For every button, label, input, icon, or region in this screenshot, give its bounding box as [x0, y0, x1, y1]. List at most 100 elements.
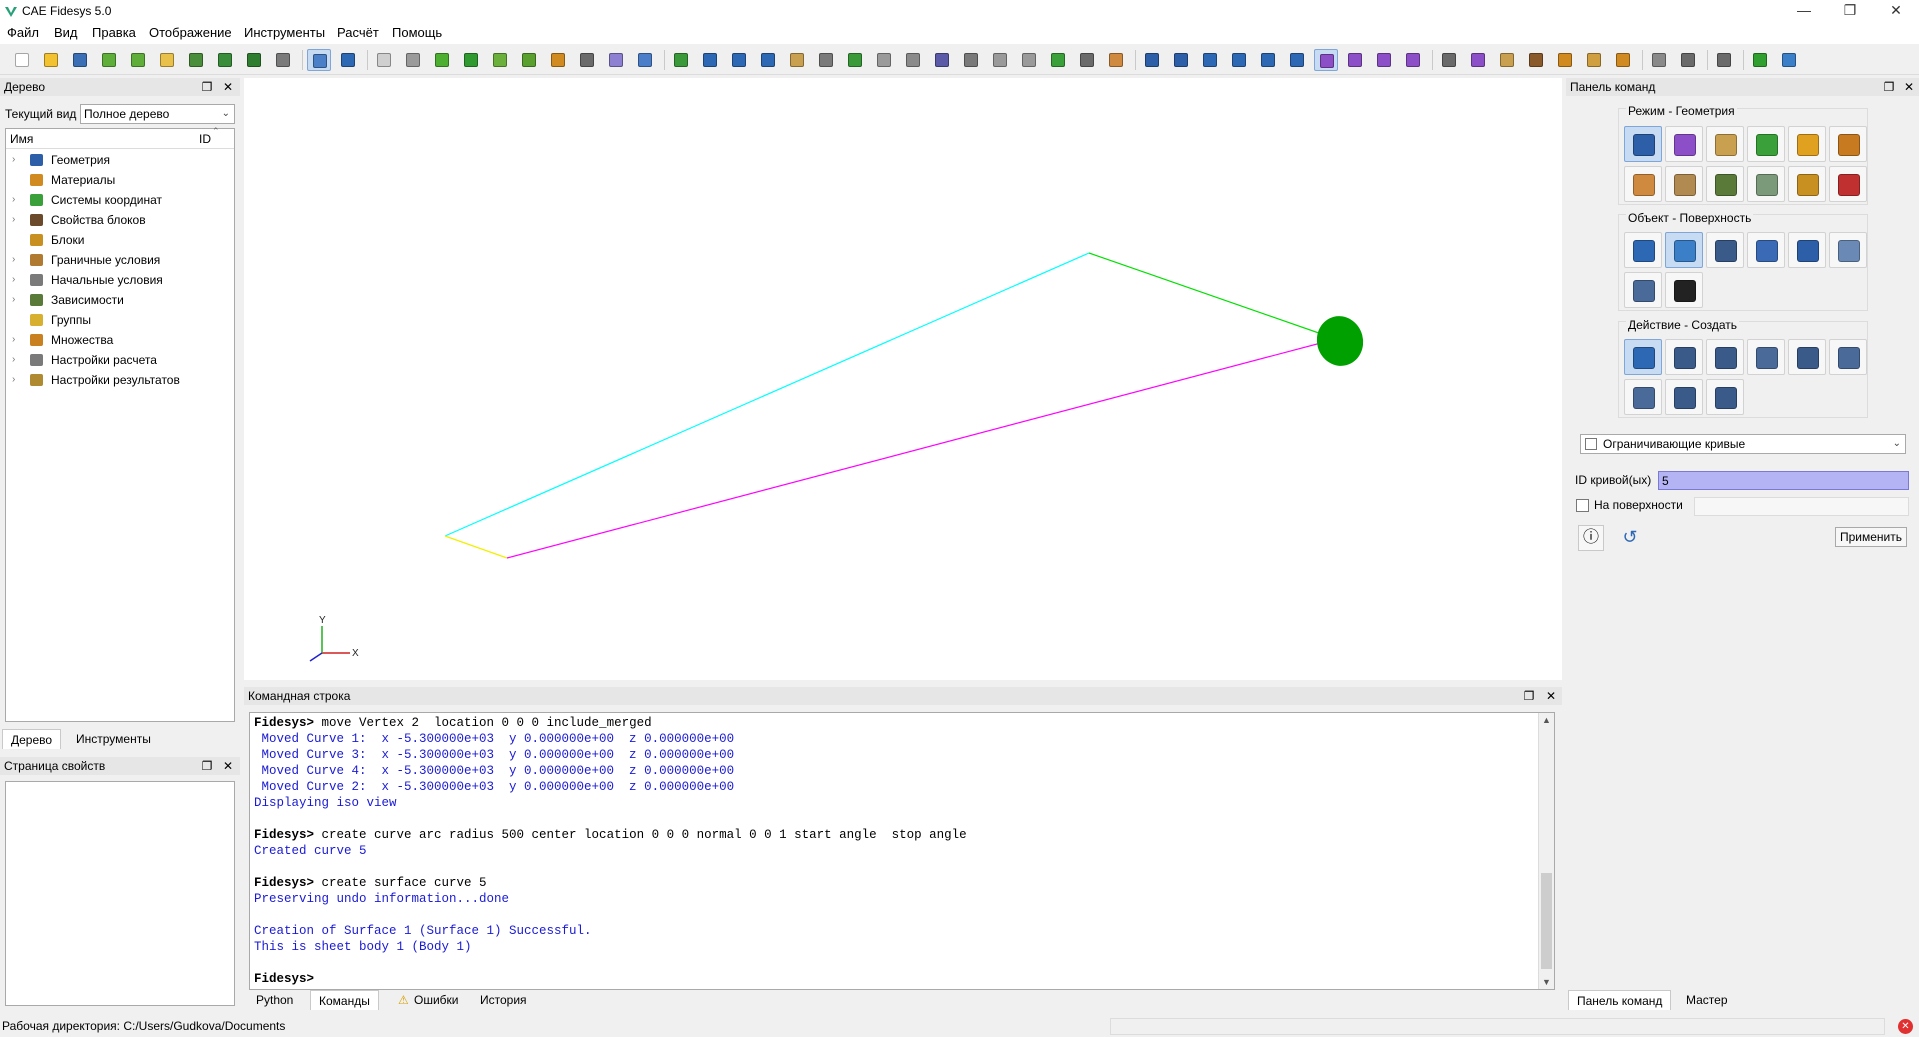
set-mode-icon[interactable] [1829, 126, 1867, 162]
surface-icon[interactable] [1227, 49, 1251, 71]
grid-3d-icon[interactable] [1437, 49, 1461, 71]
group-object-icon[interactable] [1829, 232, 1867, 268]
results-mode-icon[interactable] [1788, 166, 1826, 202]
menu-display[interactable]: Отображение [149, 25, 232, 40]
record-icon[interactable] [213, 49, 237, 71]
float-icon[interactable]: ❐ [1882, 78, 1896, 96]
tree-item[interactable]: › Зависимости [6, 290, 234, 310]
boolean-action-icon[interactable] [1829, 339, 1867, 375]
import-icon[interactable] [97, 49, 121, 71]
volumes-icon[interactable] [1169, 49, 1193, 71]
expand-arrow-icon[interactable]: › [12, 250, 15, 270]
front-view-icon[interactable] [814, 49, 838, 71]
method-select[interactable]: Ограничивающие кривые ⌄ [1580, 434, 1906, 454]
expand-arrow-icon[interactable]: › [12, 370, 15, 390]
scroll-up-icon[interactable]: ▲ [1542, 715, 1551, 725]
undo-icon[interactable] [336, 49, 360, 71]
tab-command-panel[interactable]: Панель команд [1568, 990, 1672, 1010]
method-checkbox[interactable] [1585, 438, 1597, 450]
expand-arrow-icon[interactable]: › [12, 290, 15, 310]
crop-icon[interactable] [1017, 49, 1041, 71]
tree-view[interactable]: Имя ID ⌃ › Геометрия Материалы › Системы коо… [5, 126, 235, 722]
expand-arrow-icon[interactable]: › [12, 270, 15, 290]
tree-item[interactable]: › Граничные условия [6, 250, 234, 270]
menu-view[interactable]: Вид [54, 25, 78, 40]
measure-object-icon[interactable] [1624, 272, 1662, 308]
menu-edit[interactable]: Правка [92, 25, 136, 40]
zoom-out-icon[interactable] [727, 49, 751, 71]
expand-arrow-icon[interactable]: › [12, 190, 15, 210]
initial-mode-icon[interactable] [1665, 166, 1703, 202]
zoom-in-icon[interactable] [698, 49, 722, 71]
text-icon[interactable] [1676, 49, 1700, 71]
mesh-mode-icon[interactable] [1665, 126, 1703, 162]
scale-icon[interactable] [988, 49, 1012, 71]
tree-item[interactable]: › Начальные условия [6, 270, 234, 290]
save-icon[interactable] [68, 49, 92, 71]
volume-group-icon[interactable] [1140, 49, 1164, 71]
float-icon[interactable]: ❐ [200, 78, 214, 96]
results-icon[interactable] [1777, 49, 1801, 71]
wire-cube-icon[interactable] [372, 49, 396, 71]
scroll-down-icon[interactable]: ▼ [1542, 977, 1551, 987]
node-display-icon[interactable] [546, 49, 570, 71]
current-view-select[interactable]: Полное дерево ⌄ [80, 104, 235, 124]
material-icon[interactable] [1104, 49, 1128, 71]
menu-help[interactable]: Помощь [392, 25, 442, 40]
tree-item[interactable]: Материалы [6, 170, 234, 190]
refresh-icon[interactable] [669, 49, 693, 71]
hex-icon[interactable] [1401, 49, 1425, 71]
tab-commands[interactable]: Команды [310, 990, 379, 1010]
cut-action-icon[interactable] [1665, 379, 1703, 415]
back-view-icon[interactable] [843, 49, 867, 71]
element-icon[interactable] [1466, 49, 1490, 71]
tree-item[interactable]: › Свойства блоков [6, 210, 234, 230]
window-icon[interactable] [633, 49, 657, 71]
export-icon[interactable] [126, 49, 150, 71]
curve-object-icon[interactable] [1706, 232, 1744, 268]
tree-item[interactable]: › Системы координат [6, 190, 234, 210]
journal-icon[interactable] [155, 49, 179, 71]
geometry-display-icon[interactable] [517, 49, 541, 71]
new-file-icon[interactable] [10, 49, 34, 71]
command-scrollbar[interactable]: ▲ ▼ [1538, 713, 1554, 989]
view-circle-icon[interactable] [930, 49, 954, 71]
tree-item[interactable]: › Геометрия [6, 150, 234, 170]
close-button[interactable]: ✕ [1873, 0, 1919, 22]
pivot-action-icon[interactable] [1706, 379, 1744, 415]
tab-errors[interactable]: ⚠ Ошибки [390, 990, 467, 1010]
tools-icon[interactable] [271, 49, 295, 71]
copy-action-icon[interactable] [1747, 339, 1785, 375]
tab-history[interactable]: История [472, 990, 535, 1010]
block-mode-icon[interactable] [1788, 126, 1826, 162]
reset-icon[interactable]: ↺ [1617, 525, 1643, 551]
solid-cube-icon[interactable] [459, 49, 483, 71]
run-icon[interactable] [1748, 49, 1772, 71]
info-icon[interactable]: ⓘ [1578, 525, 1604, 551]
geometry-mode-icon[interactable] [1624, 126, 1662, 162]
on-surface-input[interactable] [1694, 497, 1909, 516]
load-icon[interactable] [1524, 49, 1548, 71]
close-icon[interactable]: ✕ [221, 78, 235, 96]
tree-item[interactable]: › Настройки расчета [6, 350, 234, 370]
body-object-icon[interactable] [1788, 232, 1826, 268]
tree-item[interactable]: Блоки [6, 230, 234, 250]
open-folder-icon[interactable] [39, 49, 63, 71]
material-mode-icon[interactable] [1706, 126, 1744, 162]
volume-object-icon[interactable] [1624, 232, 1662, 268]
float-icon[interactable]: ❐ [200, 757, 214, 775]
delete-action-icon[interactable] [1788, 339, 1826, 375]
graphics-viewport[interactable]: X Y [244, 78, 1562, 680]
side-view-icon[interactable] [872, 49, 896, 71]
contact-icon[interactable] [1647, 49, 1671, 71]
mesh-display-icon[interactable] [488, 49, 512, 71]
on-surface-checkbox[interactable] [1576, 499, 1589, 512]
force-icon[interactable] [1553, 49, 1577, 71]
node-icon[interactable] [1314, 49, 1338, 71]
close-icon[interactable]: ✕ [221, 757, 235, 775]
tab-python[interactable]: Python [248, 990, 301, 1010]
globe-icon[interactable] [756, 49, 780, 71]
scroll-thumb[interactable] [1541, 873, 1552, 969]
expand-arrow-icon[interactable]: › [12, 150, 15, 170]
curve-id-input[interactable] [1658, 471, 1909, 490]
